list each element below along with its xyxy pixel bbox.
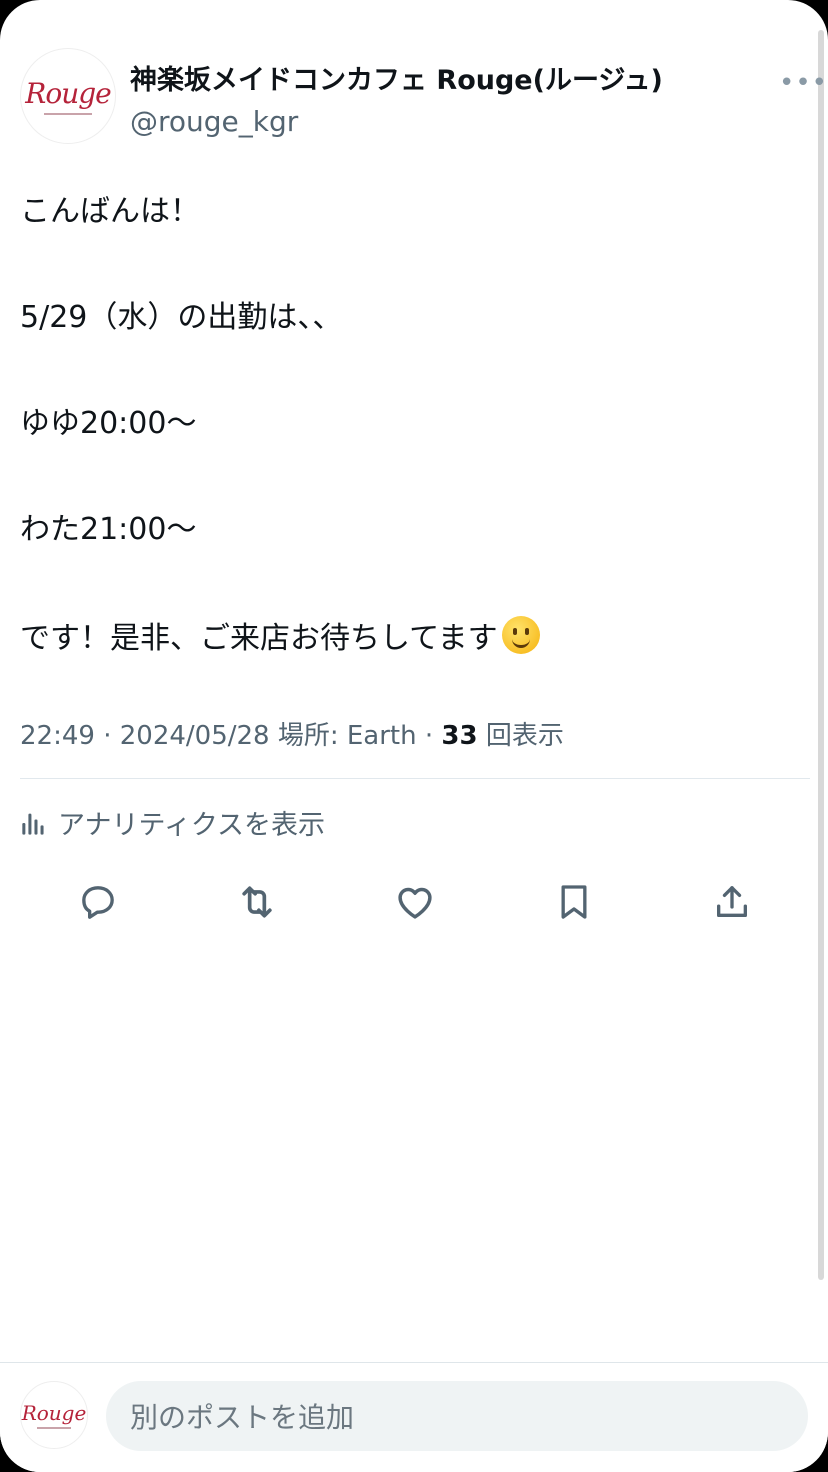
smiling-face-emoji-icon <box>501 616 540 654</box>
scrollbar[interactable] <box>818 30 824 1280</box>
tweet-paragraph-last: です！是非、ご来店お待ちしてます <box>20 616 810 659</box>
tweet-author[interactable]: Rouge 神楽坂メイドコンカフェ Rouge(ルージュ) @rouge_kgr <box>20 48 810 144</box>
reply-placeholder: 別のポストを追加 <box>130 1401 355 1434</box>
reply-button[interactable] <box>76 880 120 924</box>
reply-input[interactable]: 別のポストを追加 <box>106 1381 808 1451</box>
divider <box>20 778 810 779</box>
tweet-time[interactable]: 22:49 <box>20 721 95 751</box>
share-icon <box>717 886 747 917</box>
retweet-button[interactable] <box>235 880 279 924</box>
reply-icon <box>82 886 114 919</box>
user-handle[interactable]: @rouge_kgr <box>130 105 663 138</box>
tweet-paragraph: です！是非、ご来店お待ちしてます <box>20 621 498 656</box>
tweet-paragraph: わた21:00〜 <box>20 512 197 547</box>
view-analytics-link[interactable]: アナリティクスを表示 <box>20 803 810 842</box>
tweet-meta: 22:49 · 2024/05/28 場所: Earth · 33 回表示 <box>20 721 564 751</box>
tweet-location: 場所: Earth <box>277 721 417 751</box>
reply-composer: Rouge 別のポストを追加 <box>0 1362 828 1472</box>
like-button[interactable] <box>393 880 437 924</box>
reply-avatar[interactable]: Rouge <box>20 1381 88 1449</box>
tweet-text: こんばんは！ 5/29（水）の出勤は、、 ゆゆ20:00〜 わた21:00〜 で… <box>20 192 810 659</box>
reply-avatar-logo: Rouge <box>21 1401 87 1425</box>
tweet-screen: Rouge 神楽坂メイドコンカフェ Rouge(ルージュ) @rouge_kgr… <box>0 0 828 1472</box>
bookmark-button[interactable] <box>552 880 596 924</box>
avatar-logo: Rouge <box>25 77 111 110</box>
more-options-icon[interactable]: ••• <box>779 68 828 98</box>
tweet-paragraph: ゆゆ20:00〜 <box>20 406 197 441</box>
action-bar <box>20 880 810 924</box>
view-count: 33 <box>441 721 478 751</box>
display-name[interactable]: 神楽坂メイドコンカフェ Rouge(ルージュ) <box>130 58 663 97</box>
analytics-icon <box>22 813 44 835</box>
view-count-label: 回表示 <box>485 721 564 751</box>
retweet-icon <box>241 886 272 918</box>
tweet: Rouge 神楽坂メイドコンカフェ Rouge(ルージュ) @rouge_kgr… <box>20 48 827 919</box>
tweet-paragraph: 5/29（水）の出勤は、、 <box>20 300 343 335</box>
share-button[interactable] <box>710 880 754 924</box>
avatar[interactable]: Rouge <box>20 48 116 144</box>
bookmark-icon <box>561 885 586 919</box>
tweet-paragraph: こんばんは！ <box>20 194 200 229</box>
tweet-date[interactable]: 2024/05/28 <box>120 721 270 751</box>
view-analytics-label: アナリティクスを表示 <box>58 810 326 841</box>
like-icon <box>398 887 432 919</box>
